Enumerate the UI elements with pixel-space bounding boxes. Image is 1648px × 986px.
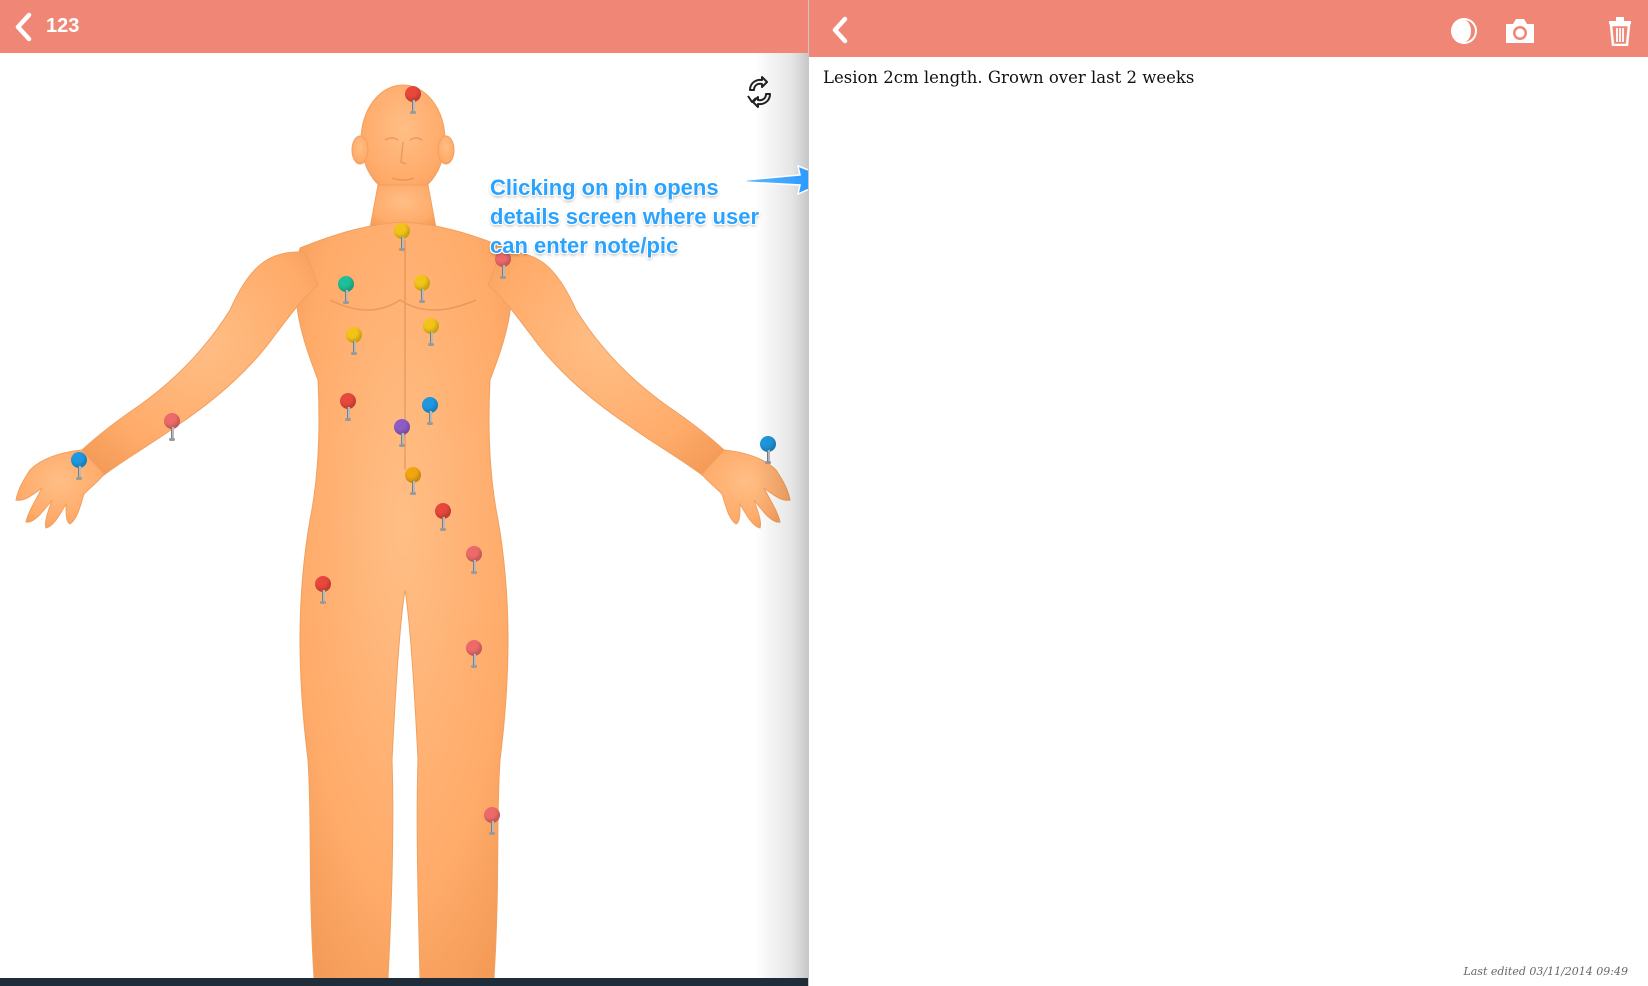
annotation-line-3: can enter note/pic (490, 233, 679, 258)
pin-forearm-left[interactable] (164, 413, 180, 443)
pin-abdomen-right[interactable] (422, 397, 438, 427)
camera-icon[interactable] (1503, 16, 1537, 46)
pin-lower-abdomen[interactable] (405, 467, 421, 497)
pin-navel[interactable] (394, 419, 410, 449)
body-map-header: 123 (0, 0, 808, 53)
pin-thigh-right[interactable] (466, 546, 482, 576)
note-text-area[interactable]: Lesion 2cm length. Grown over last 2 wee… (823, 68, 1623, 87)
pin-knee-right[interactable] (466, 640, 482, 670)
pin-neck[interactable] (394, 223, 410, 253)
chevron-left-icon[interactable] (829, 16, 851, 44)
pin-palm-right[interactable] (760, 436, 776, 466)
pin-abdomen-left[interactable] (340, 393, 356, 423)
pin-palm-left[interactable] (71, 452, 87, 482)
rotate-icon[interactable] (742, 74, 778, 110)
patient-id-title: 123 (46, 15, 80, 37)
pin-chest-center[interactable] (414, 275, 430, 305)
annotation-line-2: details screen where user (490, 204, 760, 229)
pin-head[interactable] (405, 86, 421, 116)
last-edited-timestamp: Last edited 03/11/2014 09:49 (1463, 965, 1628, 978)
details-panel: Lesion 2cm length. Grown over last 2 wee… (808, 0, 1648, 986)
pin-chest-low-right[interactable] (423, 318, 439, 348)
pin-hip-right[interactable] (435, 503, 451, 533)
details-header (809, 0, 1648, 57)
pin-chest-low-left[interactable] (346, 327, 362, 357)
trash-icon[interactable] (1607, 16, 1633, 46)
bottom-bar (0, 978, 808, 986)
pin-shin-right[interactable] (484, 807, 500, 837)
body-map-panel: 123 Clicking on pin opens details screen… (0, 0, 808, 986)
chevron-left-icon[interactable] (12, 12, 36, 42)
pin-chest-left[interactable] (338, 276, 354, 306)
contrast-icon[interactable] (1449, 16, 1479, 46)
pin-thigh-left[interactable] (315, 576, 331, 606)
